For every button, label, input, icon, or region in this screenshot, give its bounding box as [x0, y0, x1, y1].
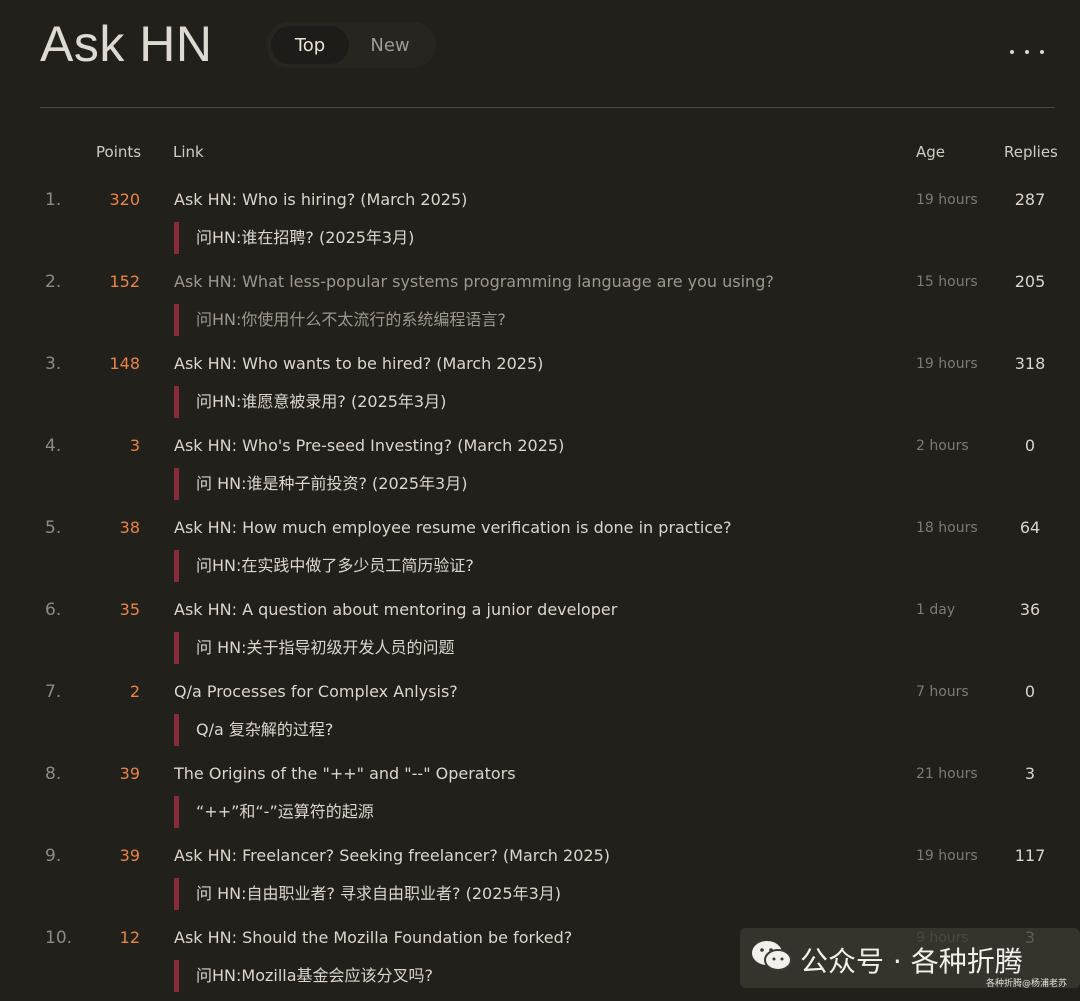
story-points: 12 — [119, 928, 140, 947]
more-dot — [1010, 50, 1014, 54]
story-age: 21 hours — [916, 766, 978, 782]
column-header-age: Age — [916, 143, 946, 161]
story-translation: 问HN:Mozilla基金会应该分叉吗? — [174, 960, 433, 992]
story-age: 18 hours — [916, 520, 978, 536]
story-row: 3. 148 Ask HN: Who wants to be hired? (Mar… — [0, 346, 1080, 428]
story-replies[interactable]: 36 — [1000, 600, 1060, 619]
more-dot — [1025, 50, 1029, 54]
story-row: 4. 3 Ask HN: Who's Pre-seed Investing? (Ma… — [0, 428, 1080, 510]
story-points: 35 — [119, 600, 140, 619]
story-points: 320 — [109, 190, 140, 209]
story-rank: 1. — [45, 190, 62, 210]
story-age: 15 hours — [916, 274, 978, 290]
story-age: 19 hours — [916, 356, 978, 372]
story-link[interactable]: Ask HN: What less-popular systems progra… — [174, 272, 774, 291]
story-translation: “++”和“-”运算符的起源 — [174, 796, 374, 828]
story-rank: 9. — [45, 846, 62, 866]
tab-new[interactable]: New — [349, 26, 431, 64]
story-rank: 3. — [45, 354, 62, 374]
column-header-link: Link — [173, 143, 204, 161]
story-points: 148 — [109, 354, 140, 373]
story-rank: 7. — [45, 682, 62, 702]
column-header-replies: Replies — [1004, 143, 1058, 161]
ask-hn-page: Ask HN Top New Points Link Age Replies 1… — [0, 0, 1080, 1001]
story-age: 2 hours — [916, 438, 969, 454]
story-link[interactable]: Ask HN: Who's Pre-seed Investing? (March… — [174, 436, 564, 455]
story-replies[interactable]: 287 — [1000, 190, 1060, 209]
story-link[interactable]: The Origins of the "++" and "--" Operato… — [174, 764, 516, 783]
story-translation: 问 HN:自由职业者? 寻求自由职业者? (2025年3月) — [174, 878, 561, 910]
story-rank: 10. — [45, 928, 73, 948]
story-rank: 2. — [45, 272, 62, 292]
story-translation: 问HN:谁愿意被录用? (2025年3月) — [174, 386, 446, 418]
story-translation: 问HN:你使用什么不太流行的系统编程语言? — [174, 304, 506, 336]
watermark-text: 公众号 · 各种折腾 — [800, 945, 1023, 978]
story-replies[interactable]: 0 — [1000, 436, 1060, 455]
story-row: 8. 39 The Origins of the "++" and "--" Ope… — [0, 756, 1080, 838]
story-rank: 8. — [45, 764, 62, 784]
page-title: Ask HN — [40, 16, 213, 72]
story-link[interactable]: Ask HN: A question about mentoring a jun… — [174, 600, 617, 619]
story-replies[interactable]: 117 — [1000, 846, 1060, 865]
story-rank: 4. — [45, 436, 62, 456]
header-divider — [40, 107, 1055, 108]
story-translation: 问HN:谁在招聘? (2025年3月) — [174, 222, 414, 254]
story-link[interactable]: Ask HN: Who is hiring? (March 2025) — [174, 190, 467, 209]
story-points: 39 — [119, 846, 140, 865]
story-age: 19 hours — [916, 192, 978, 208]
story-replies[interactable]: 0 — [1000, 682, 1060, 701]
story-link[interactable]: Q/a Processes for Complex Anlysis? — [174, 682, 458, 701]
story-translation: 问 HN:关于指导初级开发人员的问题 — [174, 632, 454, 664]
story-points: 39 — [119, 764, 140, 783]
watermark: 公众号 · 各种折腾 各种折腾@杨浦老苏 — [740, 928, 1080, 989]
story-replies[interactable]: 318 — [1000, 354, 1060, 373]
story-replies[interactable]: 3 — [1000, 764, 1060, 783]
story-link[interactable]: Ask HN: Who wants to be hired? (March 20… — [174, 354, 543, 373]
story-row: 6. 35 Ask HN: A question about mentoring a… — [0, 592, 1080, 674]
story-replies[interactable]: 205 — [1000, 272, 1060, 291]
story-row: 9. 39 Ask HN: Freelancer? Seeking freelanc… — [0, 838, 1080, 920]
story-link[interactable]: Ask HN: Should the Mozilla Foundation be… — [174, 928, 572, 947]
tab-top[interactable]: Top — [271, 26, 349, 64]
story-points: 3 — [129, 436, 140, 455]
story-age: 1 day — [916, 602, 956, 618]
story-link[interactable]: Ask HN: How much employee resume verific… — [174, 518, 731, 537]
story-points: 38 — [119, 518, 140, 537]
story-replies[interactable]: 64 — [1000, 518, 1060, 537]
story-points: 152 — [109, 272, 140, 291]
story-translation: 问 HN:谁是种子前投资? (2025年3月) — [174, 468, 467, 500]
more-horizontal-icon[interactable] — [1010, 44, 1044, 60]
story-points: 2 — [129, 682, 140, 701]
story-translation: Q/a 复杂解的过程? — [174, 714, 333, 746]
sort-tabs: Top New — [266, 22, 436, 68]
story-link[interactable]: Ask HN: Freelancer? Seeking freelancer? … — [174, 846, 610, 865]
story-age: 19 hours — [916, 848, 978, 864]
story-row: 5. 38 Ask HN: How much employee resume ver… — [0, 510, 1080, 592]
story-row: 1. 320 Ask HN: Who is hiring? (March 2025)… — [0, 182, 1080, 264]
column-header-points: Points — [96, 143, 142, 161]
story-rank: 5. — [45, 518, 62, 538]
story-translation: 问HN:在实践中做了多少员工简历验证? — [174, 550, 474, 582]
wechat-icon — [752, 941, 792, 971]
watermark-subtext: 各种折腾@杨浦老苏 — [986, 979, 1068, 989]
story-rank: 6. — [45, 600, 62, 620]
story-age: 7 hours — [916, 684, 969, 700]
story-row: 2. 152 Ask HN: What less-popular systems p… — [0, 264, 1080, 346]
more-dot — [1040, 50, 1044, 54]
story-row: 7. 2 Q/a Processes for Complex Anlysis? Q/a… — [0, 674, 1080, 756]
